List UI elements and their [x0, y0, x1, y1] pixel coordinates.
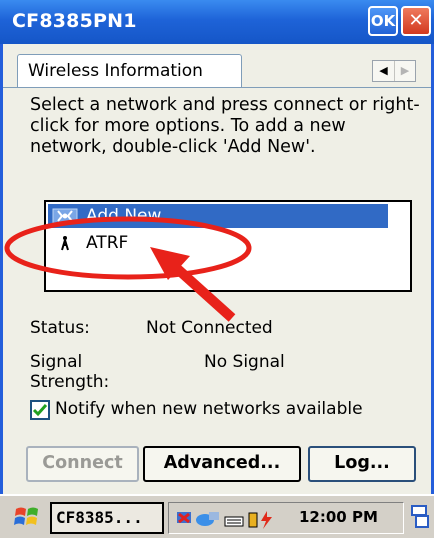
scroll-right-icon[interactable]: ▶ [395, 61, 415, 81]
list-item-atrf[interactable]: ATRF [48, 231, 248, 255]
advanced-button[interactable]: Advanced... [143, 446, 301, 482]
tray-icons [177, 511, 272, 529]
title-bar: CF8385PN1 OK ✕ [0, 0, 434, 44]
tab-wireless-information[interactable]: Wireless Information [17, 54, 242, 88]
connection-icon [196, 512, 219, 526]
list-item-label: Add New... [86, 206, 177, 226]
power-icon [261, 511, 272, 529]
input-panel-icon[interactable] [410, 504, 430, 530]
status-value: Not Connected [146, 318, 273, 338]
windows-start-icon[interactable] [12, 503, 42, 531]
network-status-icon [177, 512, 191, 524]
tab-divider [3, 87, 431, 88]
window-title: CF8385PN1 [12, 10, 137, 32]
ok-button[interactable]: OK [368, 6, 398, 36]
tab-scroll-arrows: ◀ ▶ [372, 60, 416, 82]
add-network-icon [52, 208, 78, 224]
status-label: Status: [30, 318, 90, 338]
log-button[interactable]: Log... [308, 446, 416, 482]
notify-label: Notify when new networks available [55, 399, 363, 419]
clock[interactable]: 12:00 PM [299, 508, 378, 526]
signal-strength-label: Signal Strength: [30, 352, 110, 392]
battery-icon [248, 512, 258, 528]
instructions-text: Select a network and press connect or ri… [30, 95, 420, 157]
notify-checkbox[interactable] [30, 400, 50, 420]
list-item-label: ATRF [86, 233, 129, 253]
network-list[interactable]: Add New... ATRF [44, 200, 412, 292]
keyboard-icon [224, 516, 244, 527]
connect-button[interactable]: Connect [26, 446, 139, 482]
scroll-left-icon[interactable]: ◀ [373, 61, 395, 81]
adhoc-network-icon [61, 236, 69, 251]
list-item-add-new[interactable]: Add New... [48, 204, 388, 228]
taskbar-window-button[interactable]: CF8385... [50, 502, 164, 534]
signal-strength-value: No Signal [204, 352, 285, 372]
checkmark-icon [32, 404, 48, 417]
taskbar: CF8385... 12:00 PM [0, 494, 434, 538]
tab-label: Wireless Information [28, 61, 203, 81]
system-tray: 12:00 PM [168, 502, 404, 534]
close-button[interactable]: ✕ [401, 6, 431, 36]
